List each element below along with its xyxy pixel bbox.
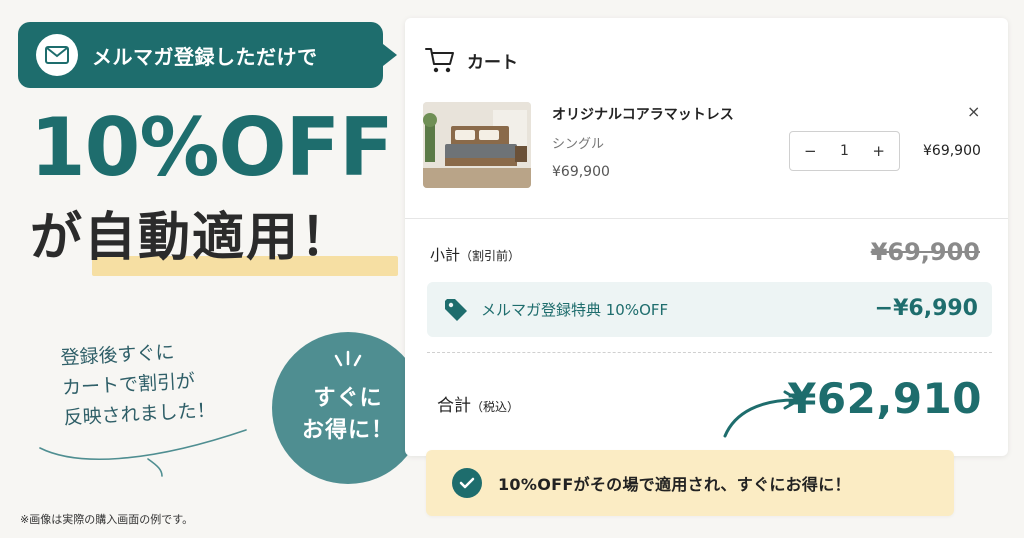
instant-savings-badge: すぐに お得に！ [272,332,424,484]
cart-icon [425,48,454,73]
cart-title: カート [467,52,518,73]
product-unit-price: ¥69,900 [552,164,610,180]
quantity-stepper: − 1 + [789,131,900,171]
discount-label: メルマガ登録特典 10%OFF [481,301,669,319]
badge-line: すぐに [313,386,383,411]
decrement-button[interactable]: − [804,142,817,160]
divider [405,218,1008,219]
total-label: 合計（税込） [437,391,519,416]
tag-icon [445,298,467,321]
subtotal-label: 小計（割引前） [430,244,520,265]
product-image [423,102,531,188]
handwritten-note: 登録後すぐに カートで割引が 反映されました！ [60,333,264,433]
headline-apply: が自動適用！ [30,208,355,268]
applied-banner-text: 10%OFFがその場で適用され、すぐにお得に！ [498,475,851,494]
increment-button[interactable]: + [872,142,885,160]
remove-item-button[interactable]: × [967,102,980,121]
total-label-note: （税込） [471,400,520,414]
total-label-text: 合計 [437,396,471,416]
handwritten-swoosh [39,429,247,477]
badge-line: お得に！ [301,418,394,443]
promo-bubble: メルマガ登録しただけで [18,22,397,88]
footnote: ※画像は実際の購入画面の例です。 [20,513,194,526]
discount-value: −¥6,990 [874,296,978,321]
subtotal-value: ¥69,900 [870,238,980,266]
promo-bubble-text: メルマガ登録しただけで [92,44,318,69]
subtotal-label-note: （割引前） [460,249,521,263]
mail-icon [36,34,78,76]
product-name[interactable]: オリジナルコアラマットレス [552,104,734,124]
divider [427,352,992,353]
sparkle-icon [334,350,362,367]
applied-banner: 10%OFFがその場で適用され、すぐにお得に！ [426,450,954,516]
cart-panel: カート オリジナルコアラマットレス シングル ¥69,900 × − 1 + ¥… [405,18,1008,456]
total-value: ¥62,910 [787,374,982,423]
line-total: ¥69,900 [923,143,981,159]
discount-row: メルマガ登録特典 10%OFF −¥6,990 [427,282,992,337]
check-circle-icon [452,468,482,498]
quantity-value[interactable]: 1 [840,143,849,159]
headline-discount: 10%OFF [30,101,394,194]
product-variant: シングル [552,137,605,152]
cart-header: カート [425,46,518,74]
headline-apply-block: が自動適用！ [30,208,398,282]
subtotal-label-text: 小計 [430,246,461,264]
